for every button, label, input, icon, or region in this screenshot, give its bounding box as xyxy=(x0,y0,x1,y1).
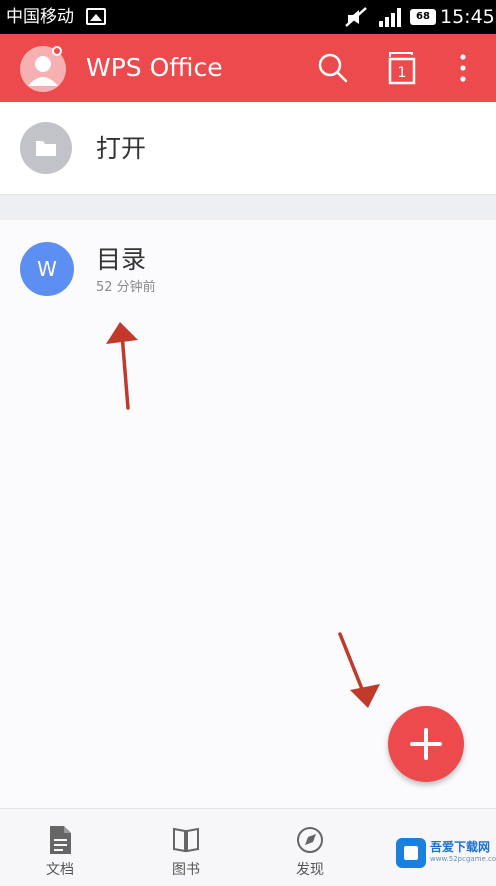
image-notification-icon xyxy=(86,8,106,25)
file-modified-time: 52 分钟前 xyxy=(96,280,156,295)
nav-label: 图书 xyxy=(172,862,200,878)
watermark-logo-icon xyxy=(396,838,426,868)
compass-icon xyxy=(297,827,323,853)
folder-icon-circle xyxy=(20,122,72,174)
recent-file-item[interactable]: W 目录 52 分钟前 xyxy=(0,220,496,320)
folder-icon xyxy=(36,141,56,156)
word-file-icon: W xyxy=(20,242,74,296)
annotation-arrow-down xyxy=(338,632,380,708)
more-vert-icon[interactable] xyxy=(446,51,480,85)
open-file-row[interactable]: 打开 xyxy=(0,102,496,194)
nav-discover[interactable]: 发现 xyxy=(250,809,370,886)
notification-dot xyxy=(52,46,62,56)
site-watermark: 吾爱下载网 www.52pcgame.com xyxy=(396,838,496,870)
battery-icon: 68 xyxy=(410,9,436,25)
app-title: WPS Office xyxy=(86,53,223,82)
signal-icon xyxy=(379,8,401,27)
plus-icon xyxy=(410,728,442,760)
watermark-url: www.52pcgame.com xyxy=(430,855,496,863)
new-document-fab[interactable] xyxy=(388,706,464,782)
nav-books[interactable]: 图书 xyxy=(126,809,246,886)
status-bar: 中国移动 68 15:45 xyxy=(0,0,496,34)
nav-label: 文档 xyxy=(46,862,74,878)
app-bar: WPS Office 1 xyxy=(0,34,496,102)
nav-documents[interactable]: 文档 xyxy=(0,809,120,886)
silent-mode-icon xyxy=(345,7,367,27)
open-label: 打开 xyxy=(96,134,147,163)
watermark-text: 吾爱下载网 xyxy=(430,840,491,854)
book-icon xyxy=(173,827,199,853)
search-icon[interactable] xyxy=(316,51,350,85)
section-divider xyxy=(0,194,496,220)
carrier-name: 中国移动 xyxy=(6,7,74,27)
tabs-icon[interactable]: 1 xyxy=(386,51,420,85)
tab-count: 1 xyxy=(398,65,407,81)
annotation-arrow-up xyxy=(106,322,138,410)
document-icon xyxy=(50,826,71,854)
nav-label: 发现 xyxy=(296,862,324,878)
clock: 15:45 xyxy=(440,6,495,28)
file-name: 目录 xyxy=(96,245,147,274)
